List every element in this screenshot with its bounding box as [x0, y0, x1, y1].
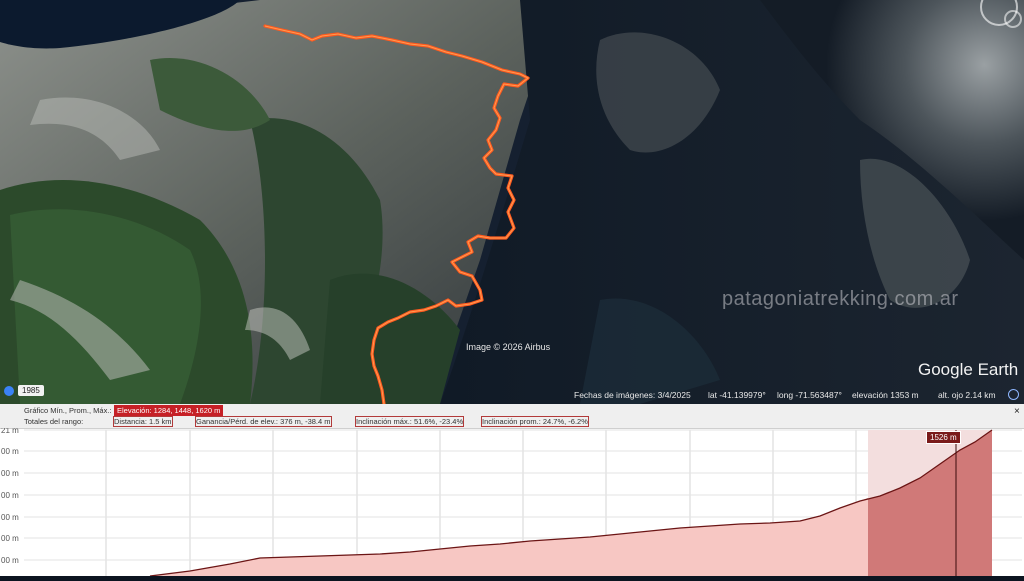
avg-slope-stat: Inclinación prom.: 24.7%, -6.2%: [481, 416, 589, 427]
eye-altitude-readout: alt. ojo 2.14 km: [938, 390, 996, 400]
elevation-gain-loss-stat: Ganancia/Pérd. de elev.: 376 m, -38.4 m: [195, 416, 332, 427]
longitude-readout: long -71.563487°: [777, 390, 842, 400]
elevation-tooltip: 1526 m: [926, 431, 961, 444]
satellite-map-view[interactable]: patagoniatrekking.com.ar Image © 2026 Ai…: [0, 0, 1024, 404]
google-earth-logo: Google Earth: [918, 360, 1019, 379]
distance-stat: Distancia: 1.5 km: [113, 416, 173, 427]
elevation-profile-header: Gráfico Mín., Prom., Máx.: Elevación: 12…: [0, 404, 1024, 429]
y-tick-label: 00 m: [1, 447, 19, 456]
range-totals-label: Totales del rango:: [24, 417, 84, 426]
elevation-readout: elevación 1353 m: [852, 390, 919, 400]
profile-area: [150, 430, 992, 576]
watermark: patagoniatrekking.com.ar: [722, 288, 959, 310]
y-tick-label: 00 m: [1, 534, 19, 543]
historical-imagery-control[interactable]: 1985: [4, 385, 44, 396]
y-tick-label: 00 m: [1, 556, 19, 565]
image-credit: Image © 2026 Airbus: [466, 342, 551, 352]
y-tick-label: 00 m: [1, 513, 19, 522]
elevation-profile-chart[interactable]: 21 m 00 m 00 m 00 m 00 m 00 m 00 m: [0, 426, 1024, 577]
elevation-profile-panel: Gráfico Mín., Prom., Máx.: Elevación: 12…: [0, 404, 1024, 577]
navigation-ring-icon[interactable]: [1004, 10, 1022, 28]
elevation-range-stat: Elevación: 1284, 1448, 1620 m: [114, 405, 224, 416]
y-tick-label: 00 m: [1, 491, 19, 500]
imagery-date: Fechas de imágenes: 3/4/2025: [574, 390, 691, 400]
y-tick-label: 00 m: [1, 469, 19, 478]
historical-imagery-icon: [4, 385, 14, 396]
y-tick-label: 21 m: [1, 428, 19, 435]
year-badge: 1985: [18, 385, 44, 396]
max-slope-stat: Inclinación máx.: 51.6%, -23.4%: [354, 416, 465, 427]
chart-summary-label: Gráfico Mín., Prom., Máx.:: [24, 406, 112, 415]
streaming-globe-icon: [1008, 389, 1019, 400]
latitude-readout: lat -41.139979°: [708, 390, 766, 400]
close-icon[interactable]: ×: [1014, 406, 1020, 417]
